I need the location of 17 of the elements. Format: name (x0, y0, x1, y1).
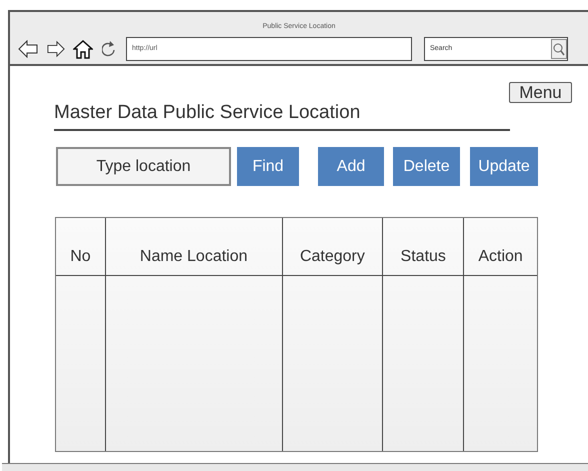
forward-icon[interactable] (47, 40, 65, 58)
menu-button[interactable]: Menu (509, 82, 572, 103)
home-icon[interactable] (73, 39, 93, 59)
column-header: Status (400, 247, 446, 267)
refresh-icon[interactable] (102, 40, 116, 58)
action-button[interactable]: Find (237, 147, 299, 186)
column-header: Action (478, 247, 523, 267)
page-title: Master Data Public Service Location (54, 99, 510, 131)
column-header: Category (300, 247, 365, 267)
search-icon[interactable] (551, 39, 567, 59)
column-header: No (70, 247, 91, 267)
action-button[interactable]: Add (318, 147, 384, 186)
action-button[interactable]: Update (470, 147, 538, 186)
column-header: Name Location (140, 247, 248, 267)
back-icon[interactable] (18, 40, 38, 58)
action-button[interactable]: Delete (393, 147, 460, 186)
location-field[interactable]: Type location (56, 147, 231, 186)
